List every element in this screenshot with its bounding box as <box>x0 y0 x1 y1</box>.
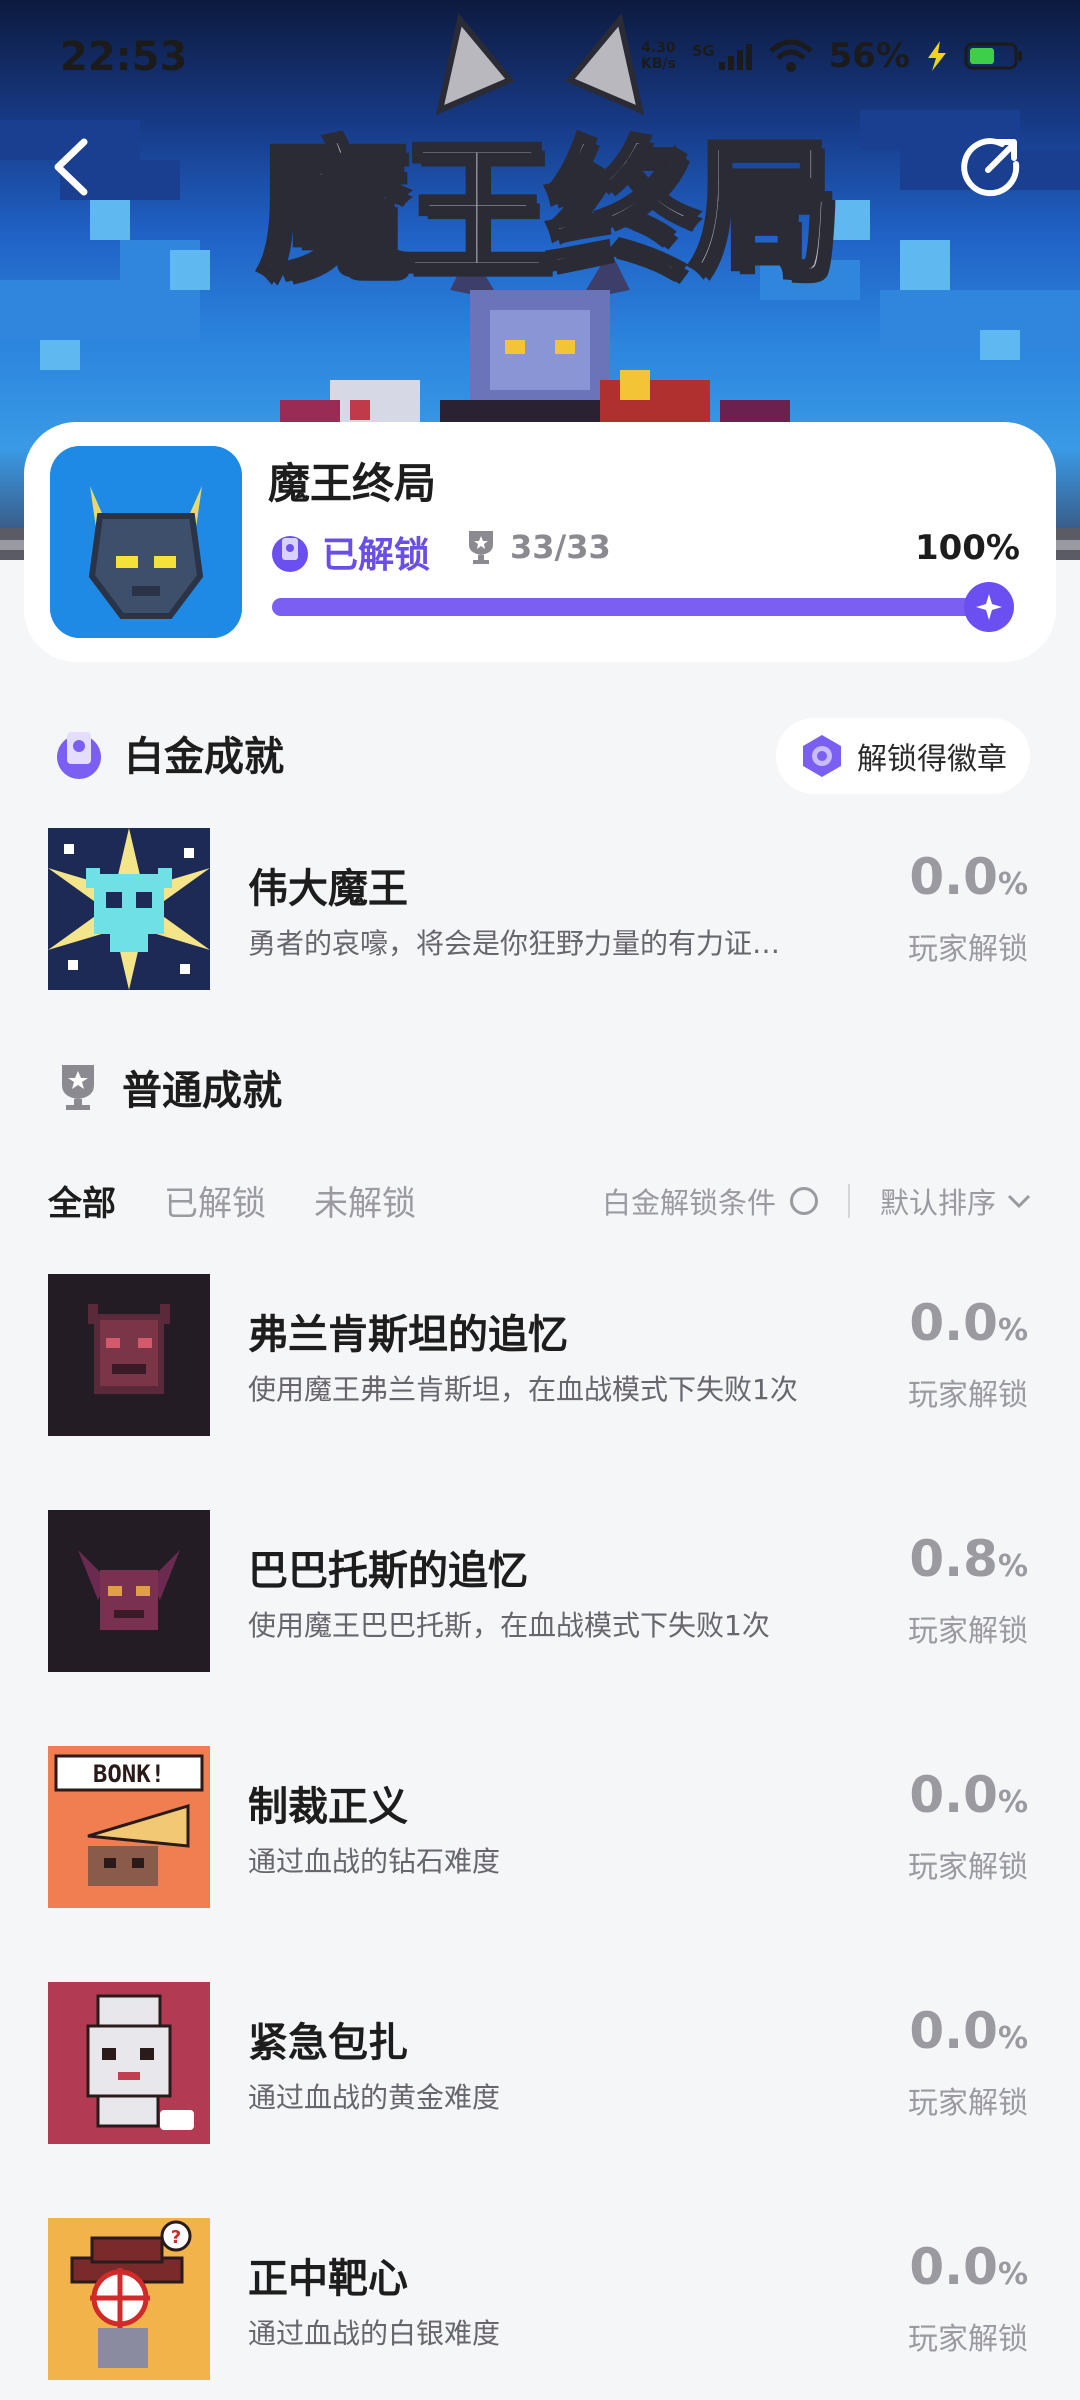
cell-signal-icon: 5G <box>692 42 753 70</box>
battery-percent: 56% <box>828 36 910 76</box>
charging-icon <box>928 41 946 71</box>
achievement-desc: 勇者的哀嚎，将会是你狂野力量的有力证… <box>248 927 781 960</box>
unlock-badge-label: 解锁得徽章 <box>857 742 1007 777</box>
achievement-desc: 使用魔王弗兰肯斯坦，在血战模式下失败1次 <box>248 1373 798 1406</box>
achievement-percent-value: 0.0 <box>909 1766 998 1824</box>
unlock-status: 已解锁 <box>268 526 430 578</box>
achievement-desc: 通过血战的钻石难度 <box>248 1845 501 1878</box>
platinum-achievement-item[interactable]: 伟大魔王 勇者的哀嚎，将会是你狂野力量的有力证… 0.0% 玩家解锁 <box>48 828 1032 990</box>
achievement-item[interactable]: 紧急包扎 通过血战的黄金难度 0.0% 玩家解锁 <box>48 1982 1032 2144</box>
tab-locked[interactable]: 未解锁 <box>314 1176 416 1225</box>
achievement-image <box>48 1510 210 1672</box>
svg-text:?: ? <box>171 2227 181 2248</box>
achievement-name: 制裁正义 <box>248 1784 408 1830</box>
achievement-percent: 0.0% <box>909 1294 1028 1352</box>
achievement-percent-unit: % <box>997 1549 1028 1584</box>
achievement-name: 巴巴托斯的追忆 <box>248 1548 528 1594</box>
achievement-percent-unit: % <box>997 2257 1028 2292</box>
unlock-badge-button[interactable]: 解锁得徽章 <box>776 718 1030 794</box>
share-button[interactable] <box>958 134 1024 200</box>
achievement-sub-label: 玩家解锁 <box>908 2322 1028 2357</box>
platinum-section-header: 白金成就 <box>50 724 284 782</box>
achievement-percent: 0.0% <box>909 848 1028 906</box>
filter-controls: 白金解锁条件 默认排序 <box>602 1180 1032 1222</box>
sort-dropdown[interactable]: 默认排序 <box>880 1180 1032 1222</box>
achievement-item[interactable]: 巴巴托斯的追忆 使用魔王巴巴托斯，在血战模式下失败1次 0.8% 玩家解锁 <box>48 1510 1032 1672</box>
status-indicators: 4.30 KB/s 5G 56% <box>641 36 1024 76</box>
progress-fill <box>272 582 1014 632</box>
platinum-condition-filter[interactable]: 白金解锁条件 <box>602 1180 818 1222</box>
achievement-desc: 通过血战的黄金难度 <box>248 2081 501 2114</box>
net-speed-value: 4.30 <box>641 40 676 56</box>
trophy-icon <box>469 531 493 564</box>
achievement-percent-unit: % <box>997 1785 1028 1820</box>
normal-section-header: 普通成就 <box>50 1058 282 1116</box>
net-speed-unit: KB/s <box>640 56 676 72</box>
achievement-percent-value: 0.0 <box>909 1294 998 1352</box>
achievement-sub-label: 玩家解锁 <box>908 1614 1028 1649</box>
completion-percent: 100% <box>914 528 1020 568</box>
trophy-count: 33/33 <box>466 528 611 566</box>
achievement-percent-value: 0.0 <box>909 848 998 906</box>
bonk-art-text: BONK! <box>93 1760 165 1788</box>
game-logo: 魔王终局 <box>255 122 843 302</box>
battery-icon <box>964 42 1022 70</box>
achievement-name: 弗兰肯斯坦的追忆 <box>248 1312 568 1358</box>
achievement-percent-value: 0.0 <box>909 2002 998 2060</box>
achievement-percent: 0.0% <box>909 2002 1028 2060</box>
achievement-percent: 0.8% <box>909 1530 1028 1588</box>
sort-label: 默认排序 <box>879 1186 996 1220</box>
chevron-down-icon <box>1007 1194 1031 1209</box>
tab-unlocked[interactable]: 已解锁 <box>164 1176 266 1225</box>
status-bar: 22:53 4.30 KB/s 5G 56% <box>0 0 1080 116</box>
platinum-section-title: 白金成就 <box>124 734 284 780</box>
badge-icon <box>803 735 841 777</box>
achievement-image <box>48 828 210 990</box>
achievement-percent-unit: % <box>997 2021 1028 2056</box>
platinum-trophy-icon <box>272 536 308 572</box>
progress-sparkle-icon <box>964 582 1014 632</box>
back-button[interactable] <box>44 132 100 202</box>
achievement-percent: 0.0% <box>909 2238 1028 2296</box>
achievement-sub-label: 玩家解锁 <box>908 1850 1028 1885</box>
achievement-name: 紧急包扎 <box>248 2020 408 2066</box>
achievement-image: BONK! <box>48 1746 210 1908</box>
radio-icon <box>789 1187 818 1215</box>
achievement-sub-label: 玩家解锁 <box>908 932 1028 967</box>
completion-progress-bar <box>272 582 1014 632</box>
achievement-item[interactable]: 弗兰肯斯坦的追忆 使用魔王弗兰肯斯坦，在血战模式下失败1次 0.0% 玩家解锁 <box>48 1274 1032 1436</box>
achievement-sub-label: 玩家解锁 <box>908 1378 1028 1413</box>
achievement-image <box>48 1274 210 1436</box>
achievement-filter-bar: 全部 已解锁 未解锁 白金解锁条件 默认排序 <box>48 1170 1032 1230</box>
achievement-sub-label: 玩家解锁 <box>908 2086 1028 2121</box>
game-title: 魔王终局 <box>268 459 437 508</box>
normal-section-title: 普通成就 <box>122 1068 282 1114</box>
achievement-desc: 通过血战的白银难度 <box>248 2317 501 2350</box>
trophy-icon <box>62 1065 94 1110</box>
achievement-name: 正中靶心 <box>248 2256 408 2302</box>
network-type: 5G <box>691 42 715 60</box>
status-time: 22:53 <box>60 34 188 80</box>
platinum-condition-label: 白金解锁条件 <box>601 1186 776 1220</box>
platinum-trophy-icon <box>57 732 101 779</box>
wifi-icon <box>768 39 813 72</box>
achievement-image <box>48 1982 210 2144</box>
achievement-item[interactable]: ? 正中靶心 通过血战的白银难度 0.0% 玩家解锁 <box>48 2218 1032 2380</box>
achievement-item[interactable]: BONK! 制裁正义 通过血战的钻石难度 0.0% 玩家解锁 <box>48 1746 1032 1908</box>
unlock-status-label: 已解锁 <box>322 535 431 576</box>
tab-all[interactable]: 全部 <box>48 1176 116 1225</box>
achievement-percent-value: 0.8 <box>909 1530 998 1588</box>
achievement-percent-unit: % <box>997 867 1028 902</box>
achievement-name: 伟大魔王 <box>248 866 408 912</box>
divider <box>847 1184 850 1218</box>
achievement-percent-unit: % <box>997 1313 1028 1348</box>
net-speed: 4.30 KB/s <box>641 40 676 72</box>
game-app-icon <box>50 446 242 638</box>
achievement-desc: 使用魔王巴巴托斯，在血战模式下失败1次 <box>248 1609 770 1642</box>
trophy-count-value: 33/33 <box>510 528 611 566</box>
achievement-percent: 0.0% <box>909 1766 1028 1824</box>
achievement-percent-value: 0.0 <box>909 2238 998 2296</box>
achievement-image: ? <box>48 2218 210 2380</box>
